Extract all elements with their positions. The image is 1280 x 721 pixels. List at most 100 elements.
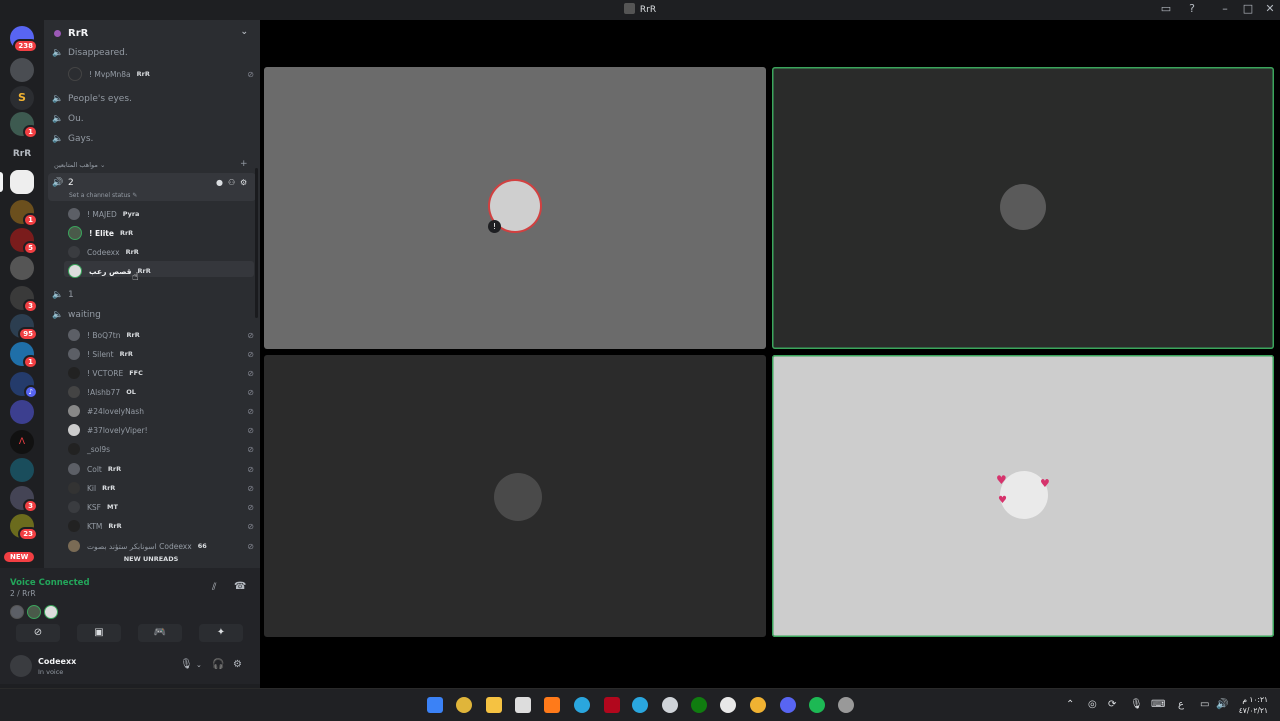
voice-member[interactable]: ! VCTORE FFC ⊘: [68, 365, 254, 381]
server-item[interactable]: 1: [10, 342, 38, 369]
keyboard-icon[interactable]: ⌨: [1151, 699, 1165, 710]
server-item[interactable]: ♪: [10, 372, 38, 399]
network-icon[interactable]: ▭: [1200, 699, 1209, 710]
chevron-down-icon[interactable]: ⌄: [196, 661, 202, 669]
guild-header[interactable]: RrR ⌄: [44, 20, 260, 46]
voice-channel-gays[interactable]: 🔈 Gays.: [52, 134, 93, 144]
add-channel-icon[interactable]: +: [240, 159, 248, 169]
voice-member[interactable]: Kil RrR ⊘: [68, 480, 254, 496]
server-item-active[interactable]: [0, 170, 34, 194]
voice-member[interactable]: KSF MT ⊘: [68, 499, 254, 515]
server-item[interactable]: [10, 256, 34, 280]
voice-member[interactable]: _sol9s ⊘: [68, 441, 254, 457]
telegram-icon[interactable]: [574, 697, 590, 713]
soundboard-button[interactable]: ✦: [199, 624, 243, 642]
server-item-rrr[interactable]: RrR: [10, 142, 34, 166]
chevron-up-icon[interactable]: ⌃: [1066, 699, 1074, 710]
direct-messages-icon[interactable]: 238: [10, 26, 38, 53]
windows-start-icon[interactable]: [427, 697, 443, 713]
title-bar: RrR ▭ ? – □ ✕: [0, 0, 1280, 20]
voice-member[interactable]: KTM RrR ⊘: [68, 518, 254, 534]
steam-icon[interactable]: [662, 697, 678, 713]
voice-member[interactable]: قصص رعب RrR: [68, 263, 254, 279]
voice-channel-waiting[interactable]: 🔈 waiting: [52, 310, 101, 320]
spotify-icon[interactable]: [809, 697, 825, 713]
participant-tile[interactable]: ♥ ♥ ♥: [772, 355, 1274, 637]
server-item[interactable]: [10, 58, 34, 82]
camera-button[interactable]: ⊘: [16, 624, 60, 642]
voice-member[interactable]: #24lovelyNash ⊘: [68, 403, 254, 419]
app-icon[interactable]: [720, 697, 736, 713]
activities-button[interactable]: 🎮: [138, 624, 182, 642]
volume-icon[interactable]: 🔊: [1216, 699, 1228, 710]
participant-tile[interactable]: [772, 67, 1274, 349]
gear-icon[interactable]: ⚙: [240, 178, 247, 187]
maximize-icon[interactable]: □: [1240, 2, 1256, 15]
sync-icon[interactable]: ⟳: [1108, 699, 1116, 710]
noise-suppression-icon[interactable]: ⫽: [212, 582, 216, 593]
telegram-icon[interactable]: [632, 697, 648, 713]
server-item[interactable]: 23: [10, 514, 38, 541]
microphone-icon[interactable]: 🎙: [180, 659, 193, 670]
xbox-icon[interactable]: [691, 697, 707, 713]
participant-tile[interactable]: !: [264, 67, 766, 349]
new-unreads-banner[interactable]: NEW UNREADS: [46, 553, 256, 565]
invite-icon[interactable]: ⚇: [228, 178, 235, 187]
file-explorer-icon[interactable]: [486, 697, 502, 713]
voice-location[interactable]: 2 / RrR: [10, 589, 36, 598]
voice-member[interactable]: ! Silent RrR ⊘: [68, 346, 254, 362]
chat-icon[interactable]: ●: [216, 178, 223, 187]
voice-channel-2[interactable]: 🔊 2: [52, 178, 74, 188]
minimize-icon[interactable]: –: [1217, 2, 1233, 15]
avatar[interactable]: [10, 655, 32, 677]
sidebar-scrollbar[interactable]: [255, 168, 258, 318]
voice-status[interactable]: Voice Connected: [10, 578, 90, 588]
voice-channel-disappeared[interactable]: 🔈 Disappeared.: [52, 48, 128, 58]
disconnect-icon[interactable]: ☎: [234, 581, 246, 592]
language-indicator[interactable]: ع: [1178, 699, 1184, 710]
voice-member[interactable]: ! MvpMn8a RrR ⊘: [68, 66, 254, 82]
voice-member[interactable]: Codeexx RrR: [68, 244, 254, 260]
close-icon[interactable]: ✕: [1262, 2, 1278, 15]
voice-member[interactable]: ! BoQ7tn RrR ⊘: [68, 327, 254, 343]
server-item[interactable]: [10, 458, 34, 482]
clock[interactable]: ١٠:٢١ م ٤٧/٠٢/٢١: [1239, 694, 1268, 716]
help-icon[interactable]: ?: [1184, 2, 1200, 15]
server-item[interactable]: 1: [10, 200, 38, 227]
voice-member[interactable]: !Alshb77 OL ⊘: [68, 384, 254, 400]
server-item[interactable]: 1: [10, 112, 38, 139]
server-item[interactable]: 5: [10, 228, 38, 255]
voice-member[interactable]: #37lovelyViper! ⊘: [68, 422, 254, 438]
voice-member[interactable]: ! MAJED Pyra: [68, 206, 254, 222]
voice-channel-peoples-eyes[interactable]: 🔈 People's eyes.: [52, 94, 132, 104]
netflix-icon[interactable]: [604, 697, 620, 713]
headphones-icon[interactable]: 🎧: [212, 659, 224, 670]
server-item[interactable]: 3: [10, 286, 38, 313]
store-icon[interactable]: [515, 697, 531, 713]
set-channel-status[interactable]: Set a channel status ✎: [69, 192, 137, 199]
voice-member[interactable]: اسونابكر ستؤند بصوت Codeexx 66 ⊘: [68, 538, 254, 554]
voice-channel-ou[interactable]: 🔈 Ou.: [52, 114, 84, 124]
inbox-icon[interactable]: ▭: [1158, 2, 1174, 15]
app-icon[interactable]: [750, 697, 766, 713]
microphone-icon[interactable]: 🎙: [1130, 699, 1143, 710]
gear-icon[interactable]: ⚙: [233, 659, 242, 670]
server-item[interactable]: 95: [10, 314, 38, 341]
category-header[interactable]: مواهب المتابعين ⌄: [54, 161, 105, 169]
app-tray-icon[interactable]: ◎: [1088, 699, 1097, 710]
app-icon[interactable]: [544, 697, 560, 713]
heart-icon: ♥: [998, 495, 1007, 506]
server-item[interactable]: ᐱ: [10, 430, 34, 454]
server-item[interactable]: S: [10, 86, 34, 110]
discord-icon[interactable]: [780, 697, 796, 713]
screen-share-button[interactable]: ▣: [77, 624, 121, 642]
app-icon[interactable]: [838, 697, 854, 713]
new-unreads-pill[interactable]: NEW: [4, 552, 35, 562]
chrome-icon[interactable]: [456, 697, 472, 713]
participant-tile[interactable]: [264, 355, 766, 637]
voice-member[interactable]: ! Elite RrR: [68, 225, 254, 241]
voice-channel-1[interactable]: 🔈 1: [52, 290, 74, 300]
server-item[interactable]: [10, 400, 34, 424]
server-item[interactable]: 3: [10, 486, 38, 513]
voice-member[interactable]: Colt RrR ⊘: [68, 461, 254, 477]
